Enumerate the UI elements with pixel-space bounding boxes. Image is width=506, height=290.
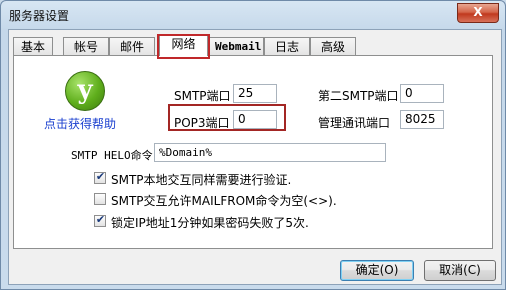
help-link[interactable]: 点击获得帮助 bbox=[44, 115, 116, 132]
ok-button[interactable]: 确定(O) bbox=[340, 260, 414, 281]
pop3-port-label: POP3端口 bbox=[174, 116, 230, 130]
tab-account[interactable]: 帐号 bbox=[63, 37, 109, 55]
smtp-port-input[interactable]: 25 bbox=[233, 84, 277, 103]
checkbox-empty-mailfrom[interactable] bbox=[94, 193, 106, 205]
checkbox-lock-ip[interactable]: ✔ bbox=[94, 213, 106, 227]
window-title: 服务器设置 bbox=[9, 9, 70, 23]
checkbox-label: SMTP交互允许MAILFROM命令为空(<>). bbox=[111, 194, 337, 208]
tab-advanced[interactable]: 高级 bbox=[310, 37, 356, 55]
smtp-helo-input[interactable]: %Domain% bbox=[154, 143, 386, 162]
tab-basic[interactable]: 基本 bbox=[13, 37, 53, 55]
dialog-client-area: 基本 帐号 邮件 网络 Webmail 日志 高级 y 点击获得帮助 SMTP端… bbox=[8, 29, 502, 285]
tab-network[interactable]: 网络 bbox=[159, 34, 208, 56]
pop3-port-input[interactable]: 0 bbox=[233, 110, 277, 129]
checkbox-local-auth[interactable]: ✔ bbox=[94, 170, 106, 184]
tab-mail[interactable]: 邮件 bbox=[109, 37, 155, 55]
cancel-button[interactable]: 取消(C) bbox=[424, 260, 496, 281]
admin-port-label: 管理通讯端口 bbox=[318, 116, 391, 130]
network-settings-page: y 点击获得帮助 SMTP端口 25 第二SMTP端口 0 POP3端口 0 管… bbox=[13, 55, 493, 249]
tab-webmail[interactable]: Webmail bbox=[208, 37, 264, 55]
smtp-port-label: SMTP端口 bbox=[174, 89, 231, 103]
help-logo-icon[interactable]: y bbox=[65, 71, 105, 111]
close-button[interactable]: X bbox=[457, 3, 499, 23]
checkbox-label: 锁定IP地址1分钟如果密码失败了5次. bbox=[111, 216, 309, 230]
checkbox-label: SMTP本地交互同样需要进行验证. bbox=[111, 173, 292, 187]
smtp-helo-label: SMTP HELO命令 bbox=[71, 149, 153, 162]
help-icon-glyph: y bbox=[77, 75, 93, 105]
title-bar: 服务器设置 X bbox=[1, 1, 505, 29]
server-settings-dialog: 服务器设置 X 基本 帐号 邮件 网络 Webmail 日志 高级 y 点击获得… bbox=[0, 0, 506, 290]
tab-log[interactable]: 日志 bbox=[264, 37, 310, 55]
second-smtp-port-label: 第二SMTP端口 bbox=[318, 89, 399, 103]
admin-port-input[interactable]: 8025 bbox=[400, 110, 444, 129]
second-smtp-port-input[interactable]: 0 bbox=[400, 84, 444, 103]
